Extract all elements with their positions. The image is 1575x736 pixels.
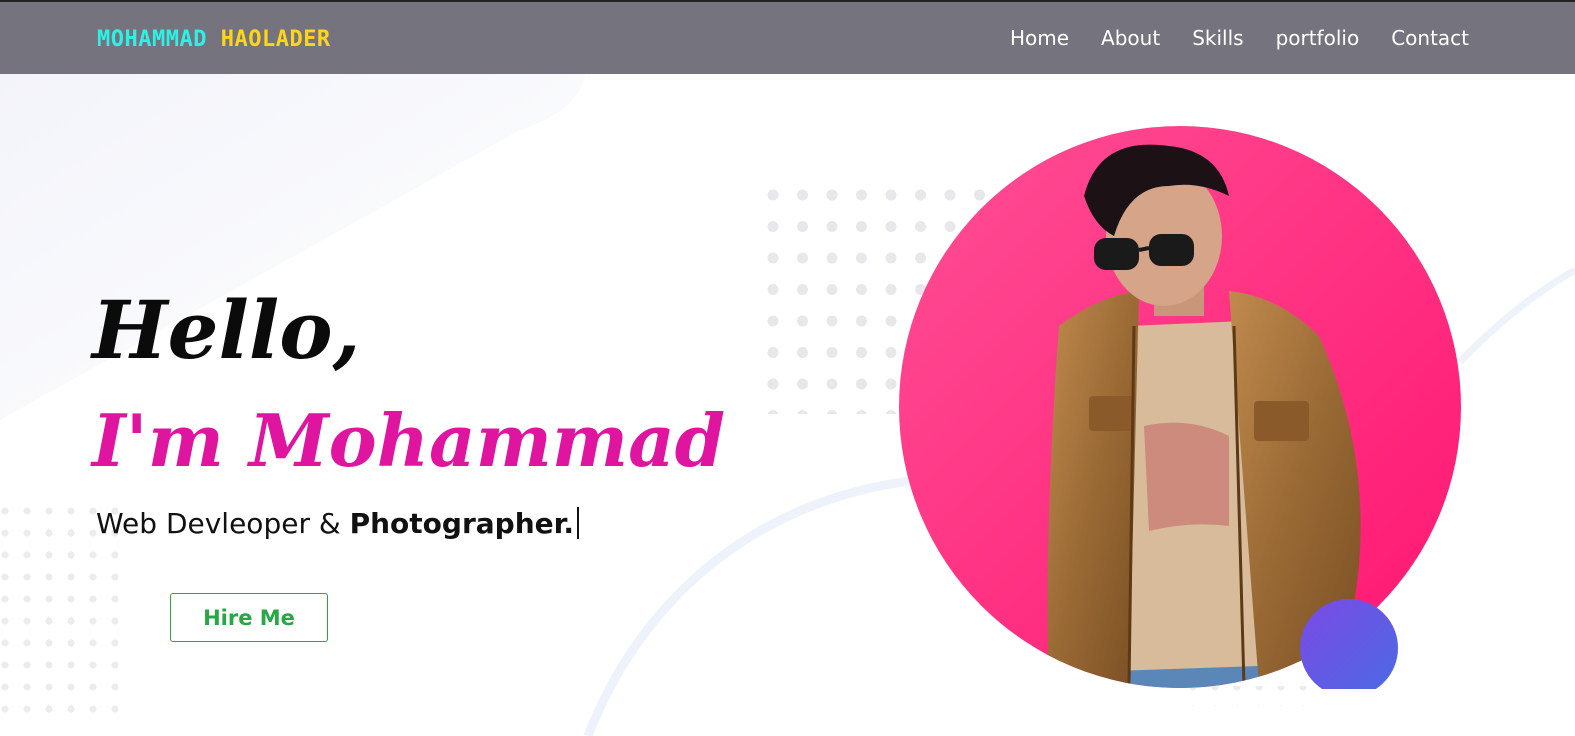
hero-role: Web Devleoper & Photographer.	[96, 507, 580, 540]
hero-intro: I'm Mohammad	[92, 398, 726, 483]
nav-home[interactable]: Home	[1010, 26, 1069, 50]
nav-portfolio[interactable]: portfolio	[1276, 26, 1360, 50]
hero-greeting: Hello,	[92, 283, 361, 377]
brand-last-name: HAOLADER	[220, 27, 331, 52]
hire-me-button[interactable]: Hire Me	[170, 593, 328, 642]
brand-logo[interactable]: MOHAMMAD HAOLADER	[97, 27, 331, 52]
typing-caret	[577, 507, 580, 539]
nav-skills[interactable]: Skills	[1192, 26, 1243, 50]
main-nav: Home About Skills portfolio Contact	[1010, 26, 1469, 50]
nav-contact[interactable]: Contact	[1391, 26, 1469, 50]
navbar: MOHAMMAD HAOLADER Home About Skills port…	[0, 2, 1575, 74]
portrait-illustration	[899, 126, 1461, 697]
nav-about[interactable]: About	[1101, 26, 1160, 50]
role-highlight: Photographer.	[349, 507, 575, 540]
hero-portrait	[899, 126, 1462, 697]
brand-first-name: MOHAMMAD	[97, 27, 207, 52]
role-prefix: Web Devleoper &	[96, 507, 350, 540]
